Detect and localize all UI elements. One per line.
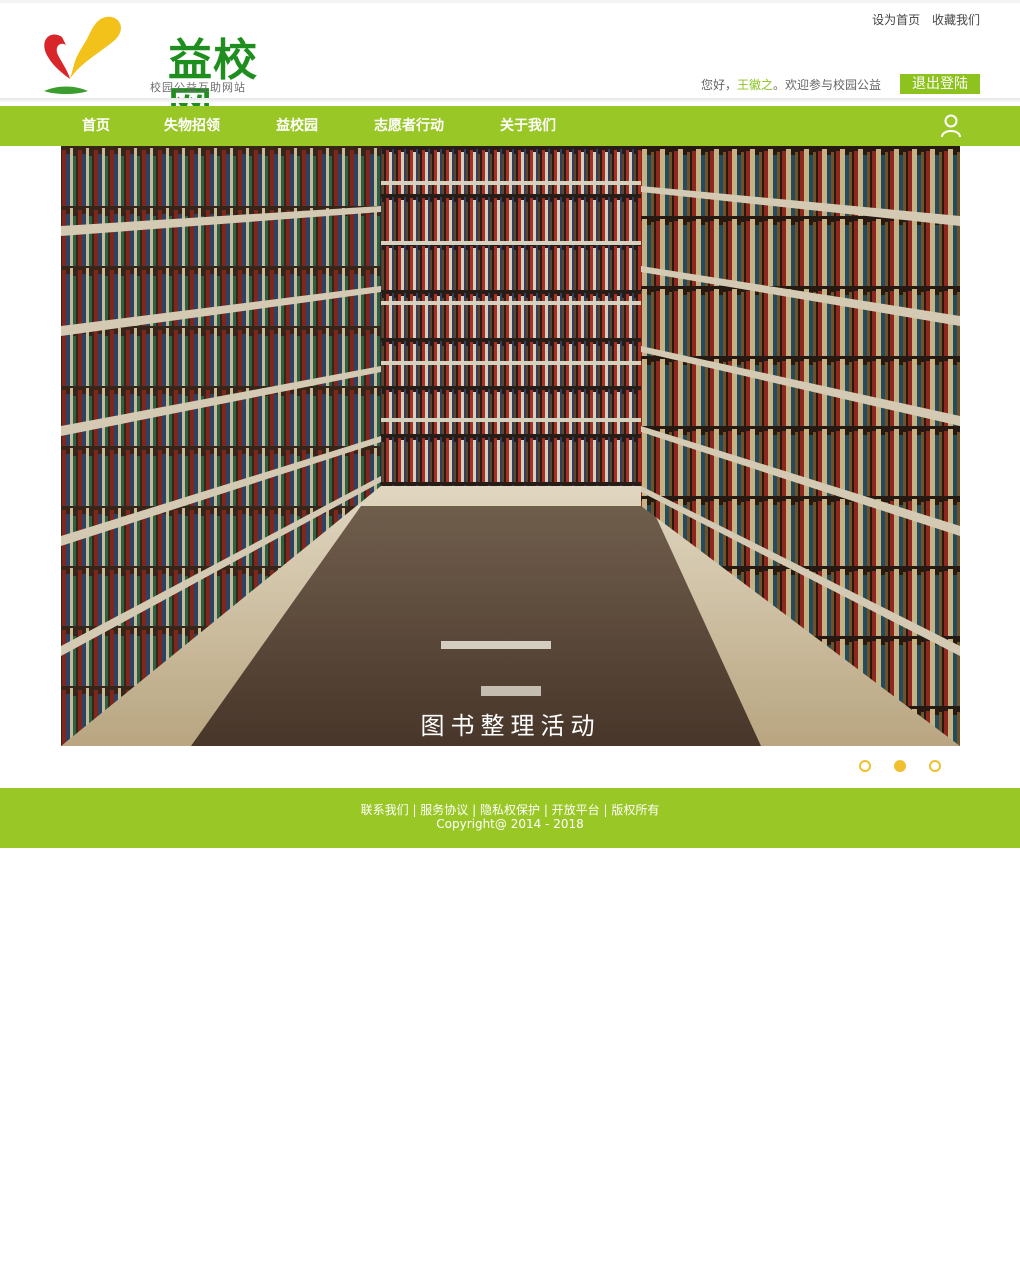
- user-icon[interactable]: [940, 114, 962, 138]
- banner-caption: 图书整理活动: [420, 712, 601, 740]
- site-footer: 联系我们 | 服务协议 | 隐私权保护 | 开放平台 | 版权所有 Copyri…: [0, 788, 1020, 848]
- footer-link-terms[interactable]: 服务协议: [420, 803, 468, 817]
- nav-item-volunteer[interactable]: 志愿者行动: [374, 106, 444, 146]
- footer-link-privacy[interactable]: 隐私权保护: [480, 803, 540, 817]
- set-homepage-link[interactable]: 设为首页: [872, 13, 920, 27]
- username[interactable]: 王徽之: [737, 78, 773, 92]
- user-greeting: 您好，王徽之。欢迎参与校园公益: [701, 76, 881, 93]
- top-links: 设为首页 收藏我们: [864, 11, 980, 28]
- logo-subtitle: 校园公益互助网站: [150, 81, 246, 94]
- slide-dot-2[interactable]: [894, 760, 906, 772]
- footer-link-contact[interactable]: 联系我们: [361, 803, 409, 817]
- footer-link-open-platform[interactable]: 开放平台: [552, 803, 600, 817]
- hero-banner[interactable]: 图书整理活动: [61, 146, 960, 746]
- logout-button[interactable]: 退出登陆: [900, 74, 980, 94]
- greeting-suffix: 。欢迎参与校园公益: [773, 78, 882, 92]
- nav-item-campus[interactable]: 益校园: [276, 106, 318, 146]
- bookmark-link[interactable]: 收藏我们: [932, 13, 980, 27]
- nav-item-lost-and-found[interactable]: 失物招领: [164, 106, 220, 146]
- greeting-prefix: 您好，: [701, 78, 738, 92]
- slide-dot-3[interactable]: [929, 760, 941, 772]
- footer-link-copyright[interactable]: 版权所有: [611, 803, 659, 817]
- slide-dot-1[interactable]: [859, 760, 871, 772]
- footer-links: 联系我们 | 服务协议 | 隐私权保护 | 开放平台 | 版权所有: [360, 803, 660, 817]
- header-divider: [0, 98, 1020, 103]
- main-nav: 首页 失物招领 益校园 志愿者行动 关于我们: [0, 106, 1020, 146]
- site-header: 益校网 校园公益互助网站 设为首页 收藏我们 您好，王徽之。欢迎参与校园公益 退…: [0, 0, 1020, 133]
- nav-item-home[interactable]: 首页: [82, 106, 110, 146]
- library-bookshelf-image: [61, 146, 960, 746]
- nav-item-about[interactable]: 关于我们: [500, 106, 556, 146]
- heart-logo-icon: [44, 16, 121, 94]
- footer-copyright: Copyright@ 2014 - 2018: [436, 817, 584, 831]
